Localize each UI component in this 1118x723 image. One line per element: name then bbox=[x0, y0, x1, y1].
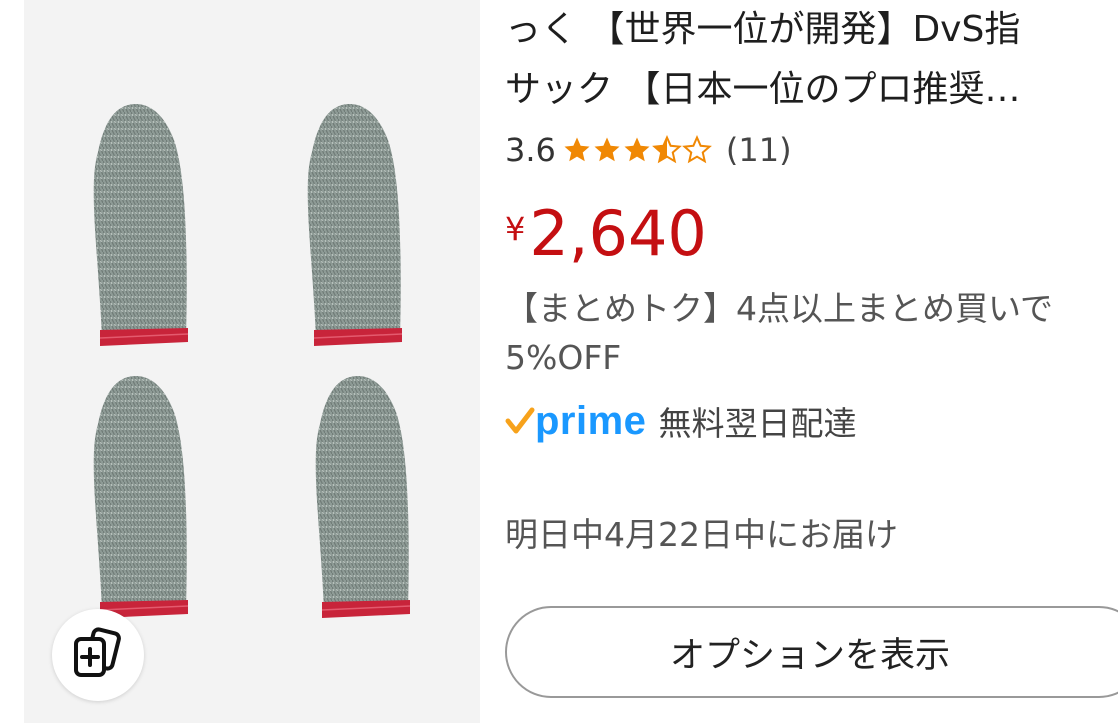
show-options-button[interactable]: オプションを表示 bbox=[505, 606, 1118, 698]
product-image[interactable] bbox=[24, 0, 480, 723]
product-title-line: っく 【世界一位が開発】DvS指 bbox=[505, 9, 1021, 50]
prime-shipping-text: 無料翌日配達 bbox=[658, 404, 857, 443]
price: ¥ 2,640 bbox=[505, 196, 707, 276]
checkmark-icon bbox=[505, 407, 535, 434]
empty-star-icon bbox=[681, 135, 712, 164]
product-card[interactable]: っく 【世界一位が開発】DvS指 サック 【日本一位のプロ推奨… 3.6 (11… bbox=[0, 0, 1118, 723]
half-star-icon bbox=[651, 135, 682, 164]
price-value: 2,640 bbox=[529, 197, 707, 270]
product-info: っく 【世界一位が開発】DvS指 サック 【日本一位のプロ推奨… 3.6 (11… bbox=[505, 0, 1118, 723]
add-to-list-button[interactable] bbox=[52, 609, 144, 701]
review-count[interactable]: (11) bbox=[726, 131, 792, 169]
prime-shipping-row: prime 無料翌日配達 bbox=[505, 394, 856, 448]
prime-logo: prime bbox=[505, 399, 646, 444]
product-title[interactable]: っく 【世界一位が開発】DvS指 サック 【日本一位のプロ推奨… bbox=[505, 0, 1118, 120]
prime-logo-text: prime bbox=[535, 398, 647, 443]
bulk-discount-text: 【まとめトク】4点以上まとめ買いで 5%OFF bbox=[505, 284, 1118, 382]
star-icon bbox=[624, 137, 650, 162]
star-icon bbox=[564, 137, 590, 162]
bulk-discount-line: 5%OFF bbox=[505, 338, 622, 377]
star-icon bbox=[594, 137, 620, 162]
star-rating bbox=[562, 135, 712, 165]
rating-row[interactable]: 3.6 (11) bbox=[505, 126, 792, 174]
currency-symbol: ¥ bbox=[505, 210, 526, 248]
bulk-discount-line: 【まとめトク】4点以上まとめ買いで bbox=[505, 289, 1054, 328]
delivery-date: 明日中4月22日中にお届け bbox=[505, 515, 898, 554]
product-title-line: サック 【日本一位のプロ推奨… bbox=[505, 69, 1021, 110]
add-to-list-icon bbox=[70, 625, 126, 685]
rating-value: 3.6 bbox=[505, 131, 556, 169]
